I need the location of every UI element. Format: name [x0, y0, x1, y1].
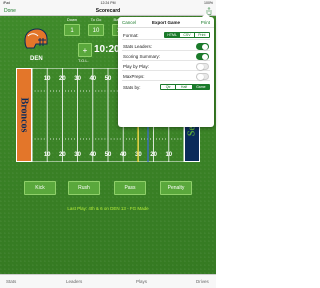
yard-number: 40 [120, 152, 127, 158]
to-go-header: To Go [90, 17, 102, 22]
stats-option-game[interactable]: Game [192, 85, 209, 89]
clock-time: 12:24 PM [100, 1, 116, 5]
rush-button[interactable]: Rush [68, 181, 100, 195]
play-by-play-row: Play by Play: [122, 62, 210, 71]
yard-number: 40 [89, 76, 96, 82]
nav-bar: Done Scorecard [0, 6, 216, 16]
tab-stats[interactable]: Stats [6, 279, 16, 284]
yard-number: 30 [135, 152, 142, 158]
scoring-summary-label: Scoring Summary: [123, 54, 161, 59]
format-segmented-control[interactable]: HTML CSV Print [164, 32, 210, 38]
export-game-popover: Cancel Export Game Print Format: HTML CS… [118, 13, 214, 127]
maxpreps-toggle[interactable] [196, 72, 209, 80]
stats-option-qtr[interactable]: Qtr [161, 85, 177, 89]
kick-button[interactable]: Kick [24, 181, 56, 195]
stats-by-segmented-control[interactable]: Qtr Half Game [160, 84, 210, 90]
yard-number: 50 [105, 152, 112, 158]
format-option-csv[interactable]: CSV [180, 33, 195, 37]
pass-button[interactable]: Pass [114, 181, 146, 195]
home-endzone-label: Broncos [18, 97, 30, 133]
battery-label: 100% [204, 1, 213, 5]
yard-number: 10 [44, 76, 51, 82]
stats-option-half[interactable]: Half [176, 85, 193, 89]
yard-number: 20 [59, 76, 66, 82]
format-row: Format: HTML CSV Print [122, 31, 210, 40]
play-by-play-label: Play by Play: [123, 64, 150, 69]
broncos-helmet-icon [24, 28, 48, 49]
yard-number: 30 [74, 76, 81, 82]
stats-leaders-toggle[interactable] [196, 42, 209, 50]
yard-number: 10 [165, 152, 172, 158]
play-by-play-toggle[interactable] [196, 62, 209, 70]
popover-title: Export Game [151, 20, 180, 25]
tab-bar: Stats Leaders Plays Drives [0, 274, 216, 288]
yard-number: 40 [89, 152, 96, 158]
print-button[interactable]: Print [201, 20, 210, 25]
game-clock[interactable]: 10:20 [94, 44, 120, 55]
format-option-html[interactable]: HTML [165, 33, 181, 37]
timeouts-left-label: T.O.L. [78, 58, 89, 63]
yard-number: 50 [105, 76, 112, 82]
stats-by-row: Stats by: Qtr Half Game [122, 83, 210, 92]
down-value[interactable]: 1 [64, 24, 80, 36]
popover-header: Cancel Export Game Print [118, 17, 214, 28]
tab-leaders[interactable]: Leaders [66, 279, 82, 284]
maxpreps-label: MaxPreps: [123, 74, 145, 79]
add-button[interactable]: + [78, 43, 92, 57]
tab-plays[interactable]: Plays [136, 279, 147, 284]
down-header: Down [66, 17, 78, 22]
stats-leaders-label: Stats Leaders: [123, 44, 153, 49]
tab-drives[interactable]: Drives [196, 279, 209, 284]
stats-leaders-row: Stats Leaders: [122, 42, 210, 51]
maxpreps-row: MaxPreps: [122, 72, 210, 81]
stats-by-label: Stats by: [123, 85, 141, 90]
yard-number: 20 [150, 152, 157, 158]
to-go-value[interactable]: 10 [88, 24, 104, 36]
last-play-text[interactable]: Last Play: 4th & 6 on DEN 13 - FG Made [0, 206, 216, 211]
yard-number: 10 [44, 152, 51, 158]
penalty-button[interactable]: Penalty [160, 181, 192, 195]
format-label: Format: [123, 33, 139, 38]
yard-number: 30 [74, 152, 81, 158]
scoring-summary-row: Scoring Summary: [122, 52, 210, 61]
scoring-summary-toggle[interactable] [196, 52, 209, 60]
format-option-print[interactable]: Print [195, 33, 209, 37]
yard-number: 20 [59, 152, 66, 158]
possession-team: DEN [30, 56, 43, 62]
home-endzone: Broncos [16, 68, 32, 162]
page-title: Scorecard [95, 8, 121, 14]
